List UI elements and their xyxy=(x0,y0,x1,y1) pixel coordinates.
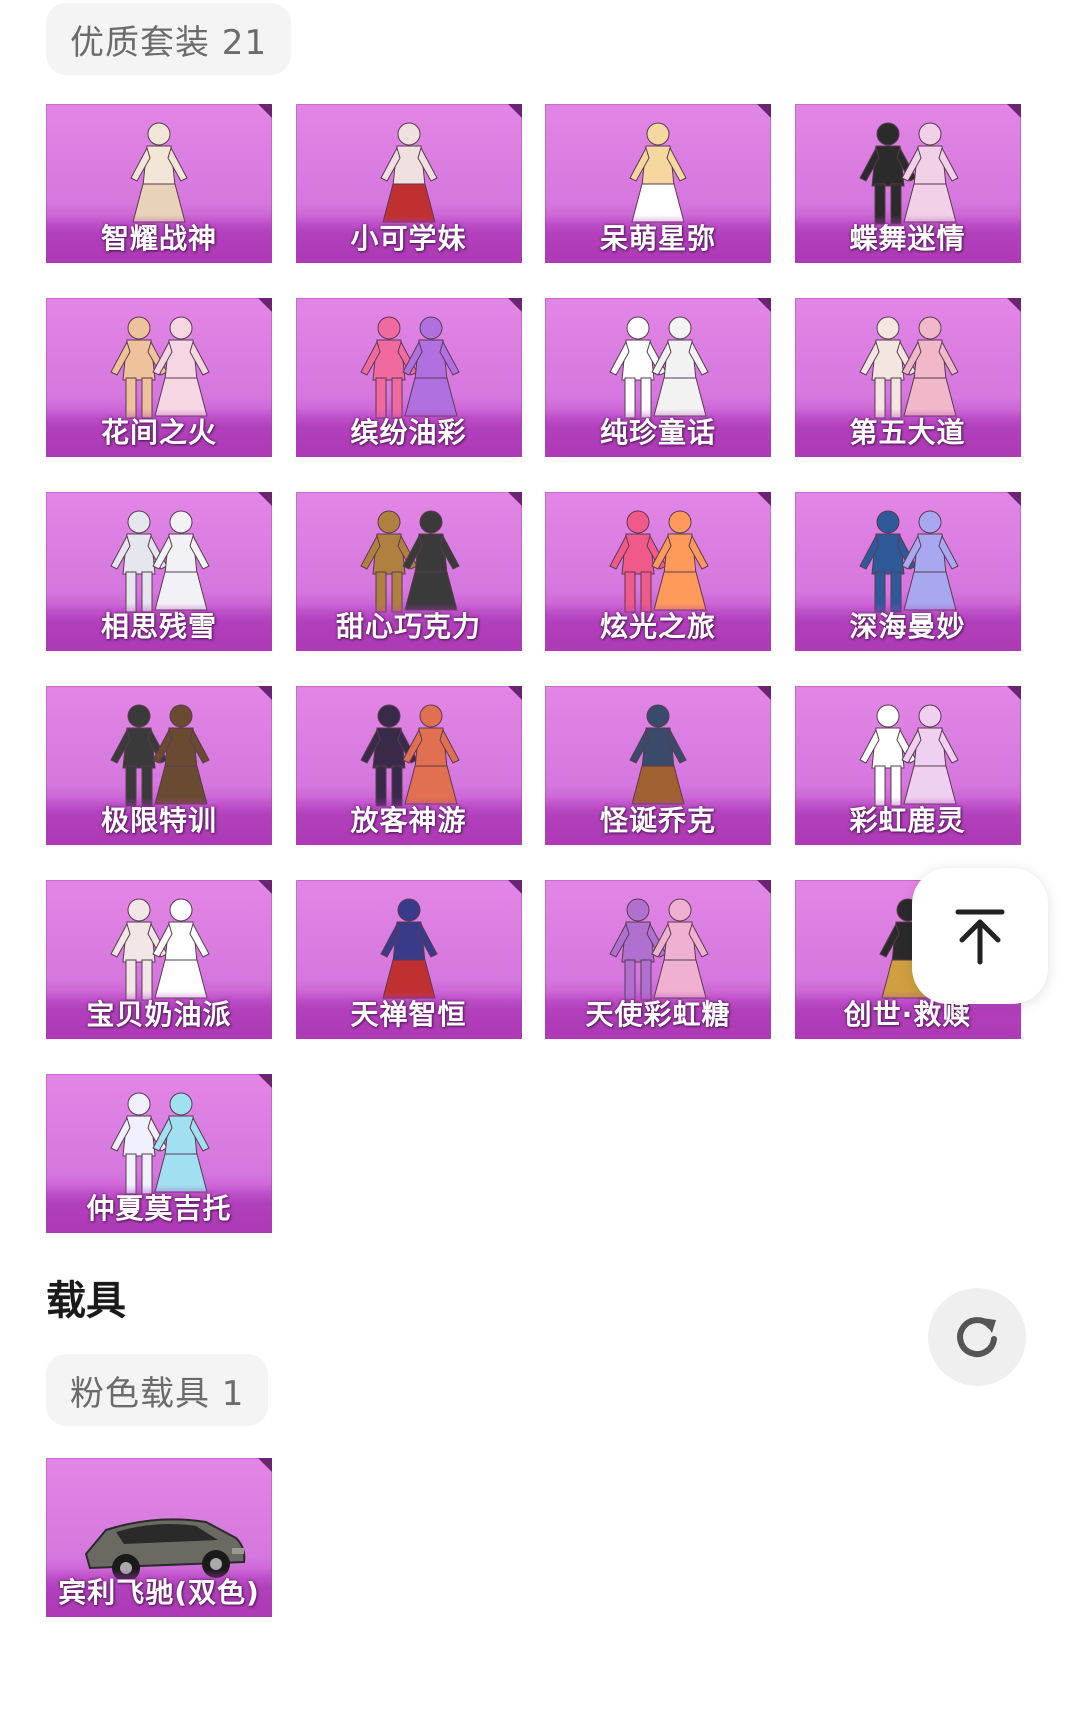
item-name: 宝贝奶油派 xyxy=(86,998,232,1031)
category-chip-label: 优质套装 21 xyxy=(70,22,268,63)
category-chip-pink-vehicle[interactable]: 粉色载具 1 xyxy=(46,1354,269,1426)
item-name: 呆萌星弥 xyxy=(599,222,716,255)
item-card[interactable]: 宝贝奶油派 xyxy=(46,880,272,1039)
item-name: 深海曼妙 xyxy=(849,610,966,643)
item-card[interactable]: 极限特训 xyxy=(46,686,272,845)
item-card[interactable]: 天禅智恒 xyxy=(295,880,522,1039)
item-card[interactable]: 放客神游 xyxy=(295,686,522,845)
item-name: 缤纷油彩 xyxy=(350,416,467,449)
item-name: 第五大道 xyxy=(849,416,966,449)
item-card[interactable]: 甜心巧克力 xyxy=(295,492,522,651)
item-card[interactable]: 天使彩虹糖 xyxy=(545,880,771,1039)
item-name: 小可学妹 xyxy=(350,222,467,255)
item-card[interactable]: 深海曼妙 xyxy=(794,492,1021,651)
item-card[interactable]: 相思残雪 xyxy=(46,492,272,651)
item-name: 放客神游 xyxy=(350,804,467,837)
item-name: 甜心巧克力 xyxy=(335,610,481,643)
item-name: 炫光之旅 xyxy=(599,610,716,643)
item-card[interactable]: 怪诞乔克 xyxy=(545,686,771,845)
item-card[interactable]: 炫光之旅 xyxy=(545,492,771,651)
item-card[interactable]: 花间之火 xyxy=(46,298,272,457)
category-chip-label: 粉色载具 1 xyxy=(70,1373,245,1414)
suit-grid: 智耀战神 小可学妹 呆萌星弥 蝶舞迷情花间之火 缤纷油彩 纯珍童话 第五大道相思残雪 甜心巧克… xyxy=(46,104,1030,1233)
scroll-to-top-button[interactable] xyxy=(912,868,1048,1004)
item-name: 极限特训 xyxy=(100,804,217,837)
item-card[interactable]: 彩虹鹿灵 xyxy=(794,686,1021,845)
item-name: 纯珍童话 xyxy=(599,416,716,449)
item-card[interactable]: 小可学妹 xyxy=(295,104,522,263)
refresh-button[interactable] xyxy=(928,1288,1026,1386)
item-card[interactable]: 仲夏莫吉托 xyxy=(46,1074,272,1233)
item-name: 相思残雪 xyxy=(100,610,217,643)
item-card[interactable]: 宾利飞驰(双色) xyxy=(46,1458,272,1617)
item-name: 宾利飞驰(双色) xyxy=(58,1576,260,1609)
item-name: 蝶舞迷情 xyxy=(849,222,966,255)
item-card[interactable]: 蝶舞迷情 xyxy=(794,104,1021,263)
category-chip-premium-suits[interactable]: 优质套装 21 xyxy=(46,3,292,75)
item-name: 天使彩虹糖 xyxy=(585,998,731,1031)
refresh-icon xyxy=(957,1317,997,1358)
item-card[interactable]: 呆萌星弥 xyxy=(545,104,771,263)
item-card[interactable]: 纯珍童话 xyxy=(545,298,771,457)
item-card[interactable]: 智耀战神 xyxy=(46,104,272,263)
arrow-up-to-top-icon xyxy=(955,909,1005,965)
vehicle-grid: 宾利飞驰(双色) xyxy=(46,1458,1030,1617)
item-name: 智耀战神 xyxy=(100,222,217,255)
item-name: 天禅智恒 xyxy=(350,998,467,1031)
item-card[interactable]: 缤纷油彩 xyxy=(295,298,522,457)
item-name: 仲夏莫吉托 xyxy=(86,1192,232,1225)
item-name: 彩虹鹿灵 xyxy=(849,804,966,837)
item-card[interactable]: 第五大道 xyxy=(794,298,1021,457)
item-name: 怪诞乔克 xyxy=(599,804,716,837)
section-title-vehicle: 载具 xyxy=(46,1278,126,1324)
item-name: 花间之火 xyxy=(100,416,217,449)
